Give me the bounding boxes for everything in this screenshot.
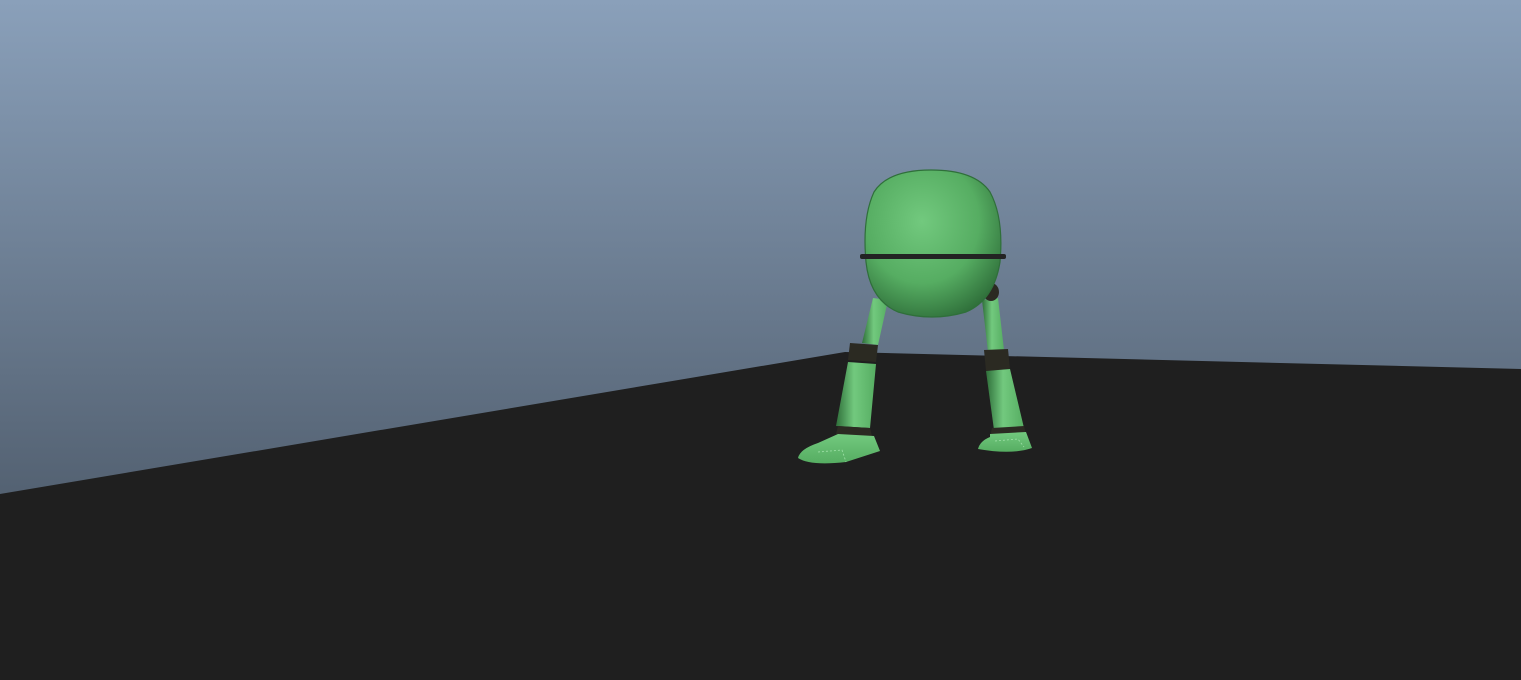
waist-band[interactable] <box>860 254 1006 259</box>
left-knee-joint[interactable] <box>848 343 878 362</box>
robot-body[interactable] <box>864 169 1002 318</box>
right-knee-joint[interactable] <box>984 349 1010 371</box>
3d-viewport[interactable] <box>0 0 1521 680</box>
viewport-canvas[interactable] <box>0 0 1521 680</box>
